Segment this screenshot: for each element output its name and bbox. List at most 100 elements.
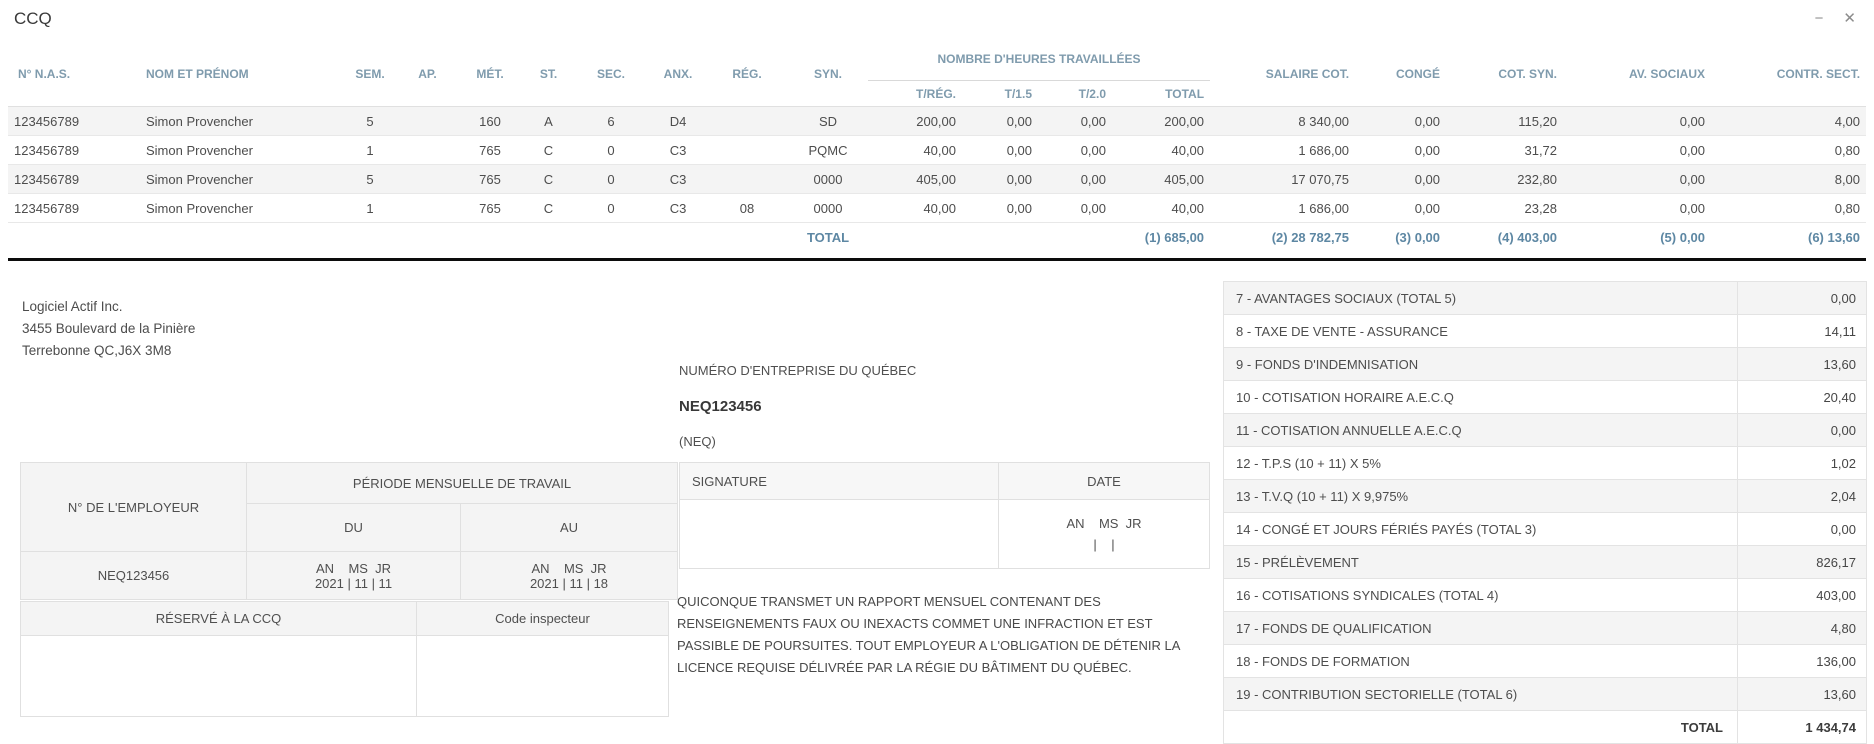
- cell-contrsect: 8,00: [1711, 165, 1866, 194]
- cell-met: 765: [455, 165, 525, 194]
- cell-contrsect: 4,00: [1711, 107, 1866, 136]
- cell-conge: 0,00: [1355, 194, 1446, 223]
- grand-total-row: TOTAL (1) 685,00 (2) 28 782,75 (3) 0,00 …: [8, 223, 1866, 253]
- cell-ap: [400, 165, 455, 194]
- cell-ap: [400, 194, 455, 223]
- summary-item-value: 826,17: [1738, 546, 1867, 579]
- cell-treg: 200,00: [868, 107, 962, 136]
- cell-sem: 1: [340, 136, 400, 165]
- cell-anx: C3: [650, 136, 706, 165]
- summary-item-label: 14 - CONGÉ ET JOURS FÉRIÉS PAYÉS (TOTAL …: [1224, 513, 1738, 546]
- cell-avsociaux: 0,00: [1563, 165, 1711, 194]
- summary-row: 15 - PRÉLÈVEMENT826,17: [1224, 546, 1867, 579]
- cell-nom: Simon Provencher: [140, 194, 340, 223]
- summary-total-label: TOTAL: [1224, 711, 1738, 744]
- cell-t20: 0,00: [1038, 165, 1112, 194]
- summary-row: 18 - FONDS DE FORMATION136,00: [1224, 645, 1867, 678]
- summary-row: 16 - COTISATIONS SYNDICALES (TOTAL 4)403…: [1224, 579, 1867, 612]
- cell-salaire: 8 340,00: [1210, 107, 1355, 136]
- total-spacer: [8, 223, 788, 253]
- neq-sublabel: (NEQ): [679, 434, 916, 449]
- period-du-value: AN MS JR 2021 | 11 | 11: [247, 552, 461, 600]
- cell-sem: 5: [340, 107, 400, 136]
- header-sem: SEM.: [340, 42, 400, 107]
- cell-cotsyn: 115,20: [1446, 107, 1563, 136]
- signature-label: SIGNATURE: [680, 463, 999, 500]
- cell-contrsect: 0,80: [1711, 136, 1866, 165]
- minimize-icon[interactable]: −: [1815, 11, 1824, 26]
- header-salaire: SALAIRE COT.: [1210, 42, 1355, 107]
- summary-item-value: 1,02: [1738, 447, 1867, 480]
- summary-item-value: 13,60: [1738, 348, 1867, 381]
- cell-nom: Simon Provencher: [140, 136, 340, 165]
- table-footer: TOTAL (1) 685,00 (2) 28 782,75 (3) 0,00 …: [8, 223, 1866, 253]
- summary-item-value: 20,40: [1738, 381, 1867, 414]
- header-conge: CONGÉ: [1355, 42, 1446, 107]
- total-spacer: [868, 223, 1038, 253]
- cell-t20: 0,00: [1038, 136, 1112, 165]
- cell-t15: 0,00: [962, 136, 1038, 165]
- reserved-ccq-box: RÉSERVÉ À LA CCQ Code inspecteur: [20, 601, 669, 717]
- header-nom: NOM ET PRÉNOM: [140, 42, 340, 107]
- summary-row: 13 - T.V.Q (10 + 11) X 9,975%2,04: [1224, 480, 1867, 513]
- cell-avsociaux: 0,00: [1563, 194, 1711, 223]
- cell-conge: 0,00: [1355, 107, 1446, 136]
- window-title: CCQ: [14, 9, 52, 29]
- summary-item-label: 16 - COTISATIONS SYNDICALES (TOTAL 4): [1224, 579, 1738, 612]
- header-ap: AP.: [400, 42, 455, 107]
- summary-row: 12 - T.P.S (10 + 11) X 5%1,02: [1224, 447, 1867, 480]
- date-columns-label: AN MS JR: [462, 561, 676, 576]
- summary-item-value: 0,00: [1738, 513, 1867, 546]
- cell-t20: 0,00: [1038, 194, 1112, 223]
- cell-st: C: [525, 165, 572, 194]
- cell-total: 200,00: [1112, 107, 1210, 136]
- summary-row: 19 - CONTRIBUTION SECTORIELLE (TOTAL 6)1…: [1224, 678, 1867, 711]
- close-icon[interactable]: ✕: [1843, 11, 1856, 26]
- header-nas: N° N.A.S.: [8, 42, 140, 107]
- cell-st: A: [525, 107, 572, 136]
- table-row: 123456789Simon Provencher1765C0C3PQMC40,…: [8, 136, 1866, 165]
- header-sec: SEC.: [572, 42, 650, 107]
- cell-total: 40,00: [1112, 194, 1210, 223]
- cell-reg: [706, 107, 788, 136]
- summary-item-label: 9 - FONDS D'INDEMNISATION: [1224, 348, 1738, 381]
- neq-label: NUMÉRO D'ENTREPRISE DU QUÉBEC: [679, 363, 916, 378]
- employer-number-label: N° DE L'EMPLOYEUR: [21, 463, 247, 552]
- cell-nas: 123456789: [8, 165, 140, 194]
- reserved-ccq-label: RÉSERVÉ À LA CCQ: [21, 602, 417, 636]
- header-total: TOTAL: [1112, 81, 1210, 107]
- au-date: 2021 | 11 | 18: [462, 576, 676, 591]
- header-t15: T/1.5: [962, 81, 1038, 107]
- cell-sem: 1: [340, 194, 400, 223]
- summary-item-value: 4,80: [1738, 612, 1867, 645]
- neq-value: NEQ123456: [679, 398, 916, 415]
- total-salaire: (2) 28 782,75: [1210, 223, 1355, 253]
- summary-item-value: 14,11: [1738, 315, 1867, 348]
- period-du-label: DU: [247, 504, 461, 552]
- summary-item-value: 136,00: [1738, 645, 1867, 678]
- cell-total: 40,00: [1112, 136, 1210, 165]
- cell-syn: 0000: [788, 194, 868, 223]
- cell-syn: 0000: [788, 165, 868, 194]
- cell-treg: 40,00: [868, 136, 962, 165]
- summary-total-value: 1 434,74: [1738, 711, 1867, 744]
- cell-salaire: 17 070,75: [1210, 165, 1355, 194]
- window-titlebar: CCQ − ✕: [0, 0, 1874, 42]
- period-au-label: AU: [461, 504, 678, 552]
- summary-item-label: 13 - T.V.Q (10 + 11) X 9,975%: [1224, 480, 1738, 513]
- summary-item-value: 2,04: [1738, 480, 1867, 513]
- summary-item-label: 15 - PRÉLÈVEMENT: [1224, 546, 1738, 579]
- summary-row: 8 - TAXE DE VENTE - ASSURANCE14,11: [1224, 315, 1867, 348]
- section-divider: [8, 258, 1866, 261]
- cell-treg: 40,00: [868, 194, 962, 223]
- cell-ap: [400, 136, 455, 165]
- summary-body: 7 - AVANTAGES SOCIAUX (TOTAL 5)0,008 - T…: [1224, 282, 1867, 711]
- header-contrsect: CONTR. SECT.: [1711, 42, 1866, 107]
- cell-salaire: 1 686,00: [1210, 136, 1355, 165]
- summary-item-label: 10 - COTISATION HORAIRE A.E.C.Q: [1224, 381, 1738, 414]
- date-label: DATE: [999, 463, 1210, 500]
- window-controls: − ✕: [1815, 11, 1856, 26]
- table-row: 123456789Simon Provencher5765C0C30000405…: [8, 165, 1866, 194]
- inspector-code-label: Code inspecteur: [417, 602, 669, 636]
- cell-reg: 08: [706, 194, 788, 223]
